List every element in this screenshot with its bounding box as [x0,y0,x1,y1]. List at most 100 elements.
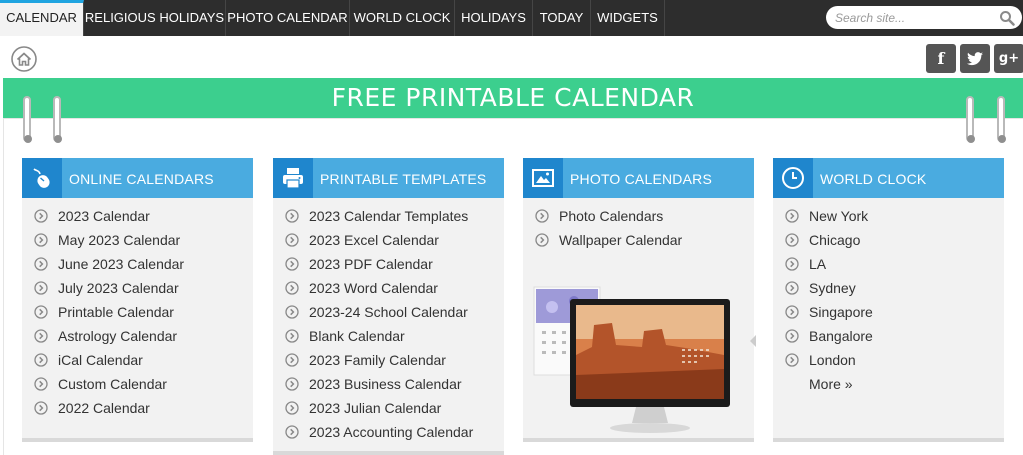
nav-holidays[interactable]: HOLIDAYS [455,0,533,36]
list-item[interactable]: 2023 Family Calendar [283,348,473,372]
chevron-right-icon [34,329,48,343]
chevron-right-icon [285,353,299,367]
photo-calendars-card: PHOTO CALENDARS Photo Calendars Wallpape… [523,158,756,442]
nav-photo-calendar[interactable]: PHOTO CALENDAR [226,0,350,36]
search-box [826,6,1022,29]
binder-ring-icon [997,96,1006,143]
chevron-right-icon [34,377,48,391]
banner-title: FREE PRINTABLE CALENDAR [331,83,695,112]
binder-ring-icon [966,96,975,143]
chevron-right-icon [34,233,48,247]
card-header[interactable]: ONLINE CALENDARS [22,158,253,198]
twitter-icon [967,51,983,65]
list-item[interactable]: June 2023 Calendar [32,252,184,276]
card-title: PRINTABLE TEMPLATES [320,171,487,187]
card-header[interactable]: PRINTABLE TEMPLATES [273,158,504,198]
card-title: ONLINE CALENDARS [69,171,214,187]
binder-ring-icon [53,96,62,143]
list-item[interactable]: LA [783,252,873,276]
list-item[interactable]: Photo Calendars [533,204,682,228]
list-item[interactable]: Astrology Calendar [32,324,184,348]
chevron-right-icon [285,209,299,223]
chevron-right-icon [535,209,549,223]
nav-world-clock[interactable]: WORLD CLOCK [350,0,455,36]
link-list: New York Chicago LA Sydney Singapore Ban… [783,204,873,396]
search-input[interactable] [835,8,995,27]
chevron-right-icon [285,377,299,391]
list-item[interactable]: iCal Calendar [32,348,184,372]
list-item[interactable]: 2022 Calendar [32,396,184,420]
google-plus-icon: g+ [998,51,1020,66]
more-link[interactable]: More » [783,372,873,396]
list-item[interactable]: 2023 Calendar [32,204,184,228]
list-item[interactable]: 2023 Word Calendar [283,276,473,300]
list-item[interactable]: Blank Calendar [283,324,473,348]
list-item[interactable]: Bangalore [783,324,873,348]
chevron-right-icon [34,401,48,415]
home-icon[interactable] [11,46,37,72]
list-item[interactable]: Custom Calendar [32,372,184,396]
facebook-icon: f [937,49,945,68]
search-icon[interactable] [999,10,1015,26]
chevron-right-icon [785,233,799,247]
printer-icon [283,168,303,189]
chevron-right-icon [34,257,48,271]
list-item[interactable]: Printable Calendar [32,300,184,324]
chevron-right-icon [785,257,799,271]
list-item[interactable]: 2023 Excel Calendar [283,228,473,252]
photo-calendar-illustration[interactable] [532,285,756,440]
chevron-right-icon [34,353,48,367]
binder-ring-icon [23,96,32,143]
world-clock-card: WORLD CLOCK New York Chicago LA Sydney S… [773,158,1004,442]
chevron-right-icon [785,209,799,223]
list-item[interactable]: Wallpaper Calendar [533,228,682,252]
banner: FREE PRINTABLE CALENDAR [3,78,1023,118]
card-header[interactable]: PHOTO CALENDARS [523,158,754,198]
online-calendars-card: ONLINE CALENDARS 2023 Calendar May 2023 … [22,158,253,442]
chevron-right-icon [285,305,299,319]
list-item[interactable]: Singapore [783,300,873,324]
clock-icon [782,167,804,189]
chevron-right-icon [34,281,48,295]
card-title: PHOTO CALENDARS [570,171,712,187]
chevron-right-icon [285,233,299,247]
nav-today[interactable]: TODAY [533,0,591,36]
list-item[interactable]: London [783,348,873,372]
list-item[interactable]: 2023 Accounting Calendar [283,420,473,444]
chevron-right-icon [285,425,299,439]
chevron-right-icon [785,329,799,343]
link-list: Photo Calendars Wallpaper Calendar [533,204,682,252]
chevron-right-icon [785,305,799,319]
list-item[interactable]: 2023 Calendar Templates [283,204,473,228]
list-item[interactable]: Chicago [783,228,873,252]
facebook-button[interactable]: f [926,44,956,73]
chevron-right-icon [285,401,299,415]
list-item[interactable]: 2023-24 School Calendar [283,300,473,324]
list-item[interactable]: 2023 Julian Calendar [283,396,473,420]
chevron-right-icon [785,281,799,295]
link-list: 2023 Calendar May 2023 Calendar June 202… [32,204,184,420]
chevron-right-icon [785,353,799,367]
card-title: WORLD CLOCK [820,171,927,187]
mouse-icon [33,168,50,188]
card-header[interactable]: WORLD CLOCK [773,158,1004,198]
list-item[interactable]: 2023 PDF Calendar [283,252,473,276]
chevron-right-icon [535,233,549,247]
chevron-right-icon [285,257,299,271]
list-item[interactable]: July 2023 Calendar [32,276,184,300]
chevron-right-icon [34,209,48,223]
printable-templates-card: PRINTABLE TEMPLATES 2023 Calendar Templa… [273,158,504,455]
list-item[interactable]: 2023 Business Calendar [283,372,473,396]
twitter-button[interactable] [960,44,990,73]
chevron-right-icon [285,281,299,295]
nav-calendar[interactable]: CALENDAR [0,0,84,36]
list-item[interactable]: May 2023 Calendar [32,228,184,252]
list-item[interactable]: Sydney [783,276,873,300]
list-item[interactable]: New York [783,204,873,228]
google-plus-button[interactable]: g+ [994,44,1023,73]
nav-religious-holidays[interactable]: RELIGIOUS HOLIDAYS [84,0,226,36]
photo-icon [532,169,554,187]
top-nav: CALENDAR RELIGIOUS HOLIDAYS PHOTO CALEND… [0,0,1023,36]
nav-widgets[interactable]: WIDGETS [591,0,665,36]
chevron-right-icon [285,329,299,343]
